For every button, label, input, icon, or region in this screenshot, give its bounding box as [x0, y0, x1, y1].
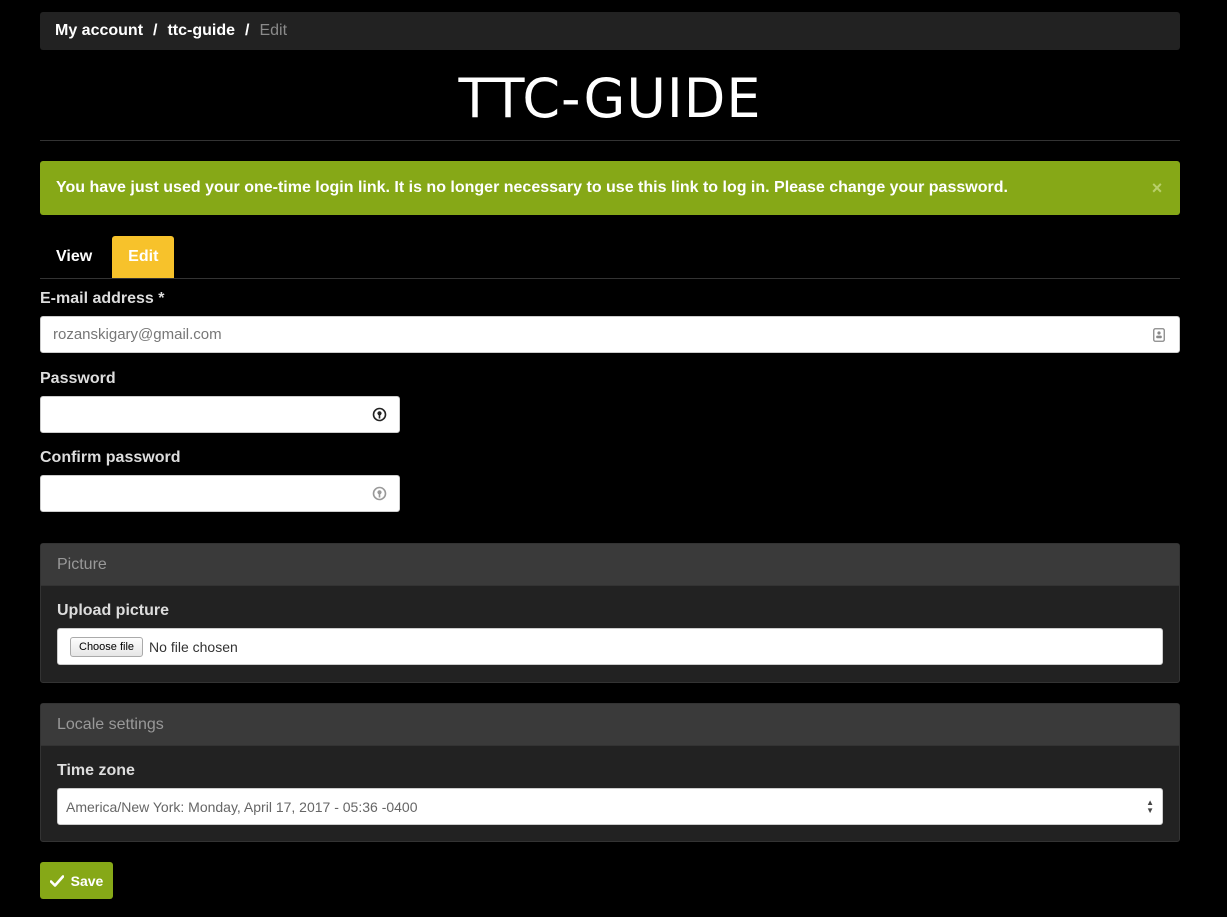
locale-legend: Locale settings [41, 704, 1179, 746]
breadcrumb-current: Edit [259, 22, 288, 39]
select-arrows-icon: ▲ ▼ [1146, 797, 1154, 815]
status-alert: You have just used your one-time login l… [40, 161, 1180, 215]
file-upload-field: Choose file No file chosen [57, 628, 1163, 665]
checkmark-icon [49, 874, 64, 887]
picture-fieldset: Picture Upload picture Choose file No fi… [40, 543, 1180, 683]
save-label: Save [70, 872, 104, 889]
tab-view[interactable]: View [40, 236, 108, 278]
email-value: rozanskigary@gmail.com [53, 326, 222, 343]
contact-card-icon[interactable] [1151, 327, 1167, 343]
breadcrumb-separator: / [245, 22, 250, 39]
breadcrumb-separator: / [153, 22, 158, 39]
site-title: TTC-GUIDE [458, 67, 762, 130]
picture-body: Upload picture Choose file No file chose… [41, 586, 1179, 681]
close-icon[interactable]: × [1150, 179, 1164, 197]
file-status: No file chosen [149, 638, 238, 655]
alert-message: You have just used your one-time login l… [56, 179, 1008, 196]
time-zone-select[interactable]: America/New York: Monday, April 17, 2017… [57, 788, 1163, 825]
page: My account / ttc-guide / Edit TTC-GUIDE … [0, 0, 1227, 917]
save-button[interactable]: Save [40, 862, 113, 899]
time-zone-value: America/New York: Monday, April 17, 2017… [66, 798, 418, 815]
picture-legend: Picture [41, 544, 1179, 586]
upload-picture-label: Upload picture [57, 602, 170, 619]
choose-file-button[interactable]: Choose file [70, 636, 144, 657]
password-field[interactable] [40, 396, 400, 433]
password-key-icon[interactable] [371, 486, 387, 502]
breadcrumb-my-account[interactable]: My account [55, 22, 143, 40]
locale-body: Time zone America/New York: Monday, Apri… [41, 746, 1179, 841]
email-label: E-mail address * [40, 290, 165, 307]
time-zone-label: Time zone [57, 762, 135, 779]
breadcrumb-ttc-guide[interactable]: ttc-guide [167, 22, 235, 40]
confirm-password-field[interactable] [40, 475, 400, 512]
tab-edit[interactable]: Edit [112, 236, 175, 278]
breadcrumb: My account / ttc-guide / Edit [40, 12, 1180, 50]
confirm-password-label: Confirm password [40, 449, 181, 466]
password-label: Password [40, 370, 116, 387]
locale-fieldset: Locale settings Time zone America/New Yo… [40, 703, 1180, 842]
password-key-icon[interactable] [371, 407, 387, 423]
title-divider [40, 140, 1180, 141]
email-field[interactable]: rozanskigary@gmail.com [40, 316, 1180, 353]
tabs: View Edit [40, 236, 1180, 279]
